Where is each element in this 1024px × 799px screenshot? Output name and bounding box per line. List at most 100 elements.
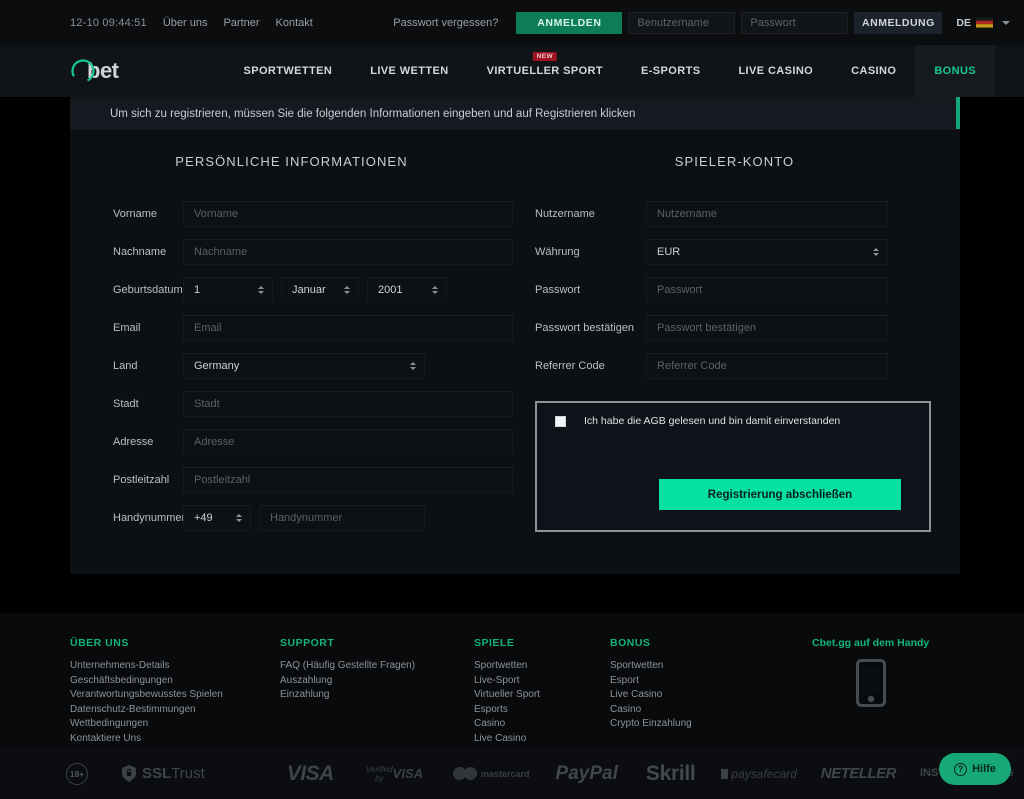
- footer-link[interactable]: Verantwortungsbewusstes Spielen: [70, 688, 280, 703]
- field-adresse: Adresse: [70, 423, 513, 461]
- vorname-input[interactable]: [183, 201, 513, 227]
- login-button[interactable]: ANMELDUNG: [854, 11, 943, 34]
- referrer-code-input[interactable]: [646, 353, 888, 379]
- footer-link[interactable]: Live Casino: [610, 688, 806, 703]
- ssl-bold: SSL: [142, 765, 172, 782]
- help-button[interactable]: ? Hilfe: [939, 753, 1011, 785]
- visa-logo: VISA: [286, 761, 335, 785]
- field-referrer-code: Referrer Code: [513, 347, 956, 385]
- birth-year-select[interactable]: 2001: [367, 277, 447, 303]
- field-label-nachname: Nachname: [113, 246, 167, 258]
- passwort-input[interactable]: [646, 277, 888, 303]
- username-input[interactable]: [628, 11, 736, 34]
- footer-column-bonus: BONUS Sportwetten Esport Live Casino Cas…: [610, 637, 806, 746]
- nav-item-live-casino[interactable]: LIVE CASINO: [719, 45, 832, 97]
- nutzername-input[interactable]: [646, 201, 888, 227]
- field-postleitzahl: Postleitzahl: [70, 461, 513, 499]
- top-utility-bar: 12-10 09:44:51 Über uns Partner Kontakt …: [0, 0, 1024, 45]
- registration-banner-text: Um sich zu registrieren, müssen Sie die …: [110, 107, 636, 120]
- footer-link[interactable]: Casino: [474, 717, 610, 732]
- footer-link[interactable]: Live Casino: [474, 732, 610, 747]
- paypal-logo: PayPal: [555, 762, 618, 784]
- topbar-link-about[interactable]: Über uns: [163, 17, 208, 29]
- mastercard-text: mastercard: [481, 768, 530, 779]
- language-selector[interactable]: DE: [956, 17, 1010, 29]
- mobile-app-title: Cbet.gg auf dem Handy: [812, 637, 930, 649]
- birth-month-value: Januar: [292, 284, 326, 296]
- footer-link[interactable]: Crypto Einzahlung: [610, 717, 806, 732]
- passwort-bestaetigen-input[interactable]: [646, 315, 888, 341]
- footer-heading-about: ÜBER UNS: [70, 637, 129, 649]
- age-restriction-badge: 18+: [66, 762, 88, 785]
- footer-link[interactable]: FAQ (Häufig Gestellte Fragen): [280, 659, 474, 674]
- spinner-icon: [410, 362, 416, 370]
- footer-link[interactable]: Einzahlung: [280, 688, 474, 703]
- field-waehrung: Währung EUR: [513, 233, 956, 271]
- birth-month-select[interactable]: Januar: [281, 277, 359, 303]
- password-input[interactable]: [741, 11, 849, 34]
- footer-link[interactable]: Virtueller Sport: [474, 688, 610, 703]
- nav-item-bonus[interactable]: BONUS: [915, 45, 996, 97]
- footer-link[interactable]: Esport: [610, 674, 806, 689]
- main-navigation: bet SPORTWETTEN LIVE WETTEN NEW VIRTUELL…: [0, 45, 1024, 97]
- logo-c-icon: [70, 58, 96, 84]
- forgot-password-link[interactable]: Passwort vergessen?: [393, 17, 498, 29]
- land-select[interactable]: Germany: [183, 353, 425, 379]
- email-input[interactable]: [183, 315, 513, 341]
- register-button[interactable]: ANMELDEN: [516, 11, 623, 34]
- account-title: SPIELER-KONTO: [674, 154, 795, 169]
- footer-link[interactable]: Esports: [474, 703, 610, 718]
- spinner-icon: [873, 248, 879, 256]
- complete-registration-button[interactable]: Registrierung abschließen: [659, 479, 901, 510]
- footer-link[interactable]: Geschäftsbedingungen: [70, 674, 280, 689]
- field-label-handynummer: Handynummer: [113, 512, 186, 524]
- nav-item-label: E-SPORTS: [641, 65, 701, 77]
- topbar-link-contact[interactable]: Kontakt: [276, 17, 313, 29]
- content-scrollbar[interactable]: [956, 97, 960, 574]
- field-label-email: Email: [113, 322, 141, 334]
- topbar-link-partner[interactable]: Partner: [223, 17, 259, 29]
- mobile-phone-icon: [855, 659, 886, 707]
- footer-link[interactable]: Unternehmens-Details: [70, 659, 280, 674]
- footer-link[interactable]: Casino: [610, 703, 806, 718]
- stadt-input[interactable]: [183, 391, 513, 417]
- mastercard-logo: mastercard: [453, 767, 530, 780]
- field-passwort-bestaetigen: Passwort bestätigen: [513, 309, 956, 347]
- country-code-select[interactable]: +49: [183, 505, 251, 531]
- site-logo[interactable]: bet: [70, 58, 119, 84]
- land-value: Germany: [194, 360, 240, 372]
- nachname-input[interactable]: [183, 239, 513, 265]
- ssltrust-logo: SSLTrust: [122, 765, 205, 782]
- agb-checkbox[interactable]: [555, 415, 566, 427]
- handynummer-input[interactable]: [259, 505, 425, 531]
- registration-content: Um sich zu registrieren, müssen Sie die …: [70, 97, 956, 574]
- postleitzahl-input[interactable]: [183, 467, 513, 493]
- footer-link[interactable]: Live-Sport: [474, 674, 610, 689]
- footer-link[interactable]: Wettbedingungen: [70, 717, 280, 732]
- nav-item-label: SPORTWETTEN: [243, 65, 333, 77]
- nav-item-virtueller-sport[interactable]: NEW VIRTUELLER SPORT: [468, 45, 622, 97]
- mastercard-circle-icon: [464, 767, 477, 780]
- nav-item-sportwetten[interactable]: SPORTWETTEN: [225, 45, 352, 97]
- nav-item-live-wetten[interactable]: LIVE WETTEN: [351, 45, 467, 97]
- field-stadt: Stadt: [70, 385, 513, 423]
- nav-item-e-sports[interactable]: E-SPORTS: [622, 45, 719, 97]
- help-button-label: Hilfe: [972, 763, 996, 775]
- skrill-logo: Skrill: [645, 761, 696, 785]
- field-handynummer: Handynummer +49: [70, 499, 513, 537]
- footer-link[interactable]: Sportwetten: [474, 659, 610, 674]
- waehrung-select[interactable]: EUR: [646, 239, 888, 265]
- scrollbar-thumb[interactable]: [956, 97, 960, 129]
- personal-information-column: PERSÖNLICHE INFORMATIONEN Vorname Nachna…: [70, 154, 513, 537]
- footer-link[interactable]: Sportwetten: [610, 659, 806, 674]
- footer-link[interactable]: Datenschutz-Bestimmungen: [70, 703, 280, 718]
- field-geburtsdatum: Geburtsdatum 1 Januar 2001: [70, 271, 513, 309]
- age-18-plus-icon: 18+: [66, 762, 88, 785]
- birth-day-select[interactable]: 1: [183, 277, 273, 303]
- footer-link[interactable]: Kontaktiere Uns: [70, 732, 280, 747]
- nav-item-casino[interactable]: CASINO: [832, 45, 915, 97]
- footer-link[interactable]: Auszahlung: [280, 674, 474, 689]
- spinner-icon: [344, 286, 350, 294]
- footer-heading-support: SUPPORT: [280, 637, 335, 649]
- adresse-input[interactable]: [183, 429, 513, 455]
